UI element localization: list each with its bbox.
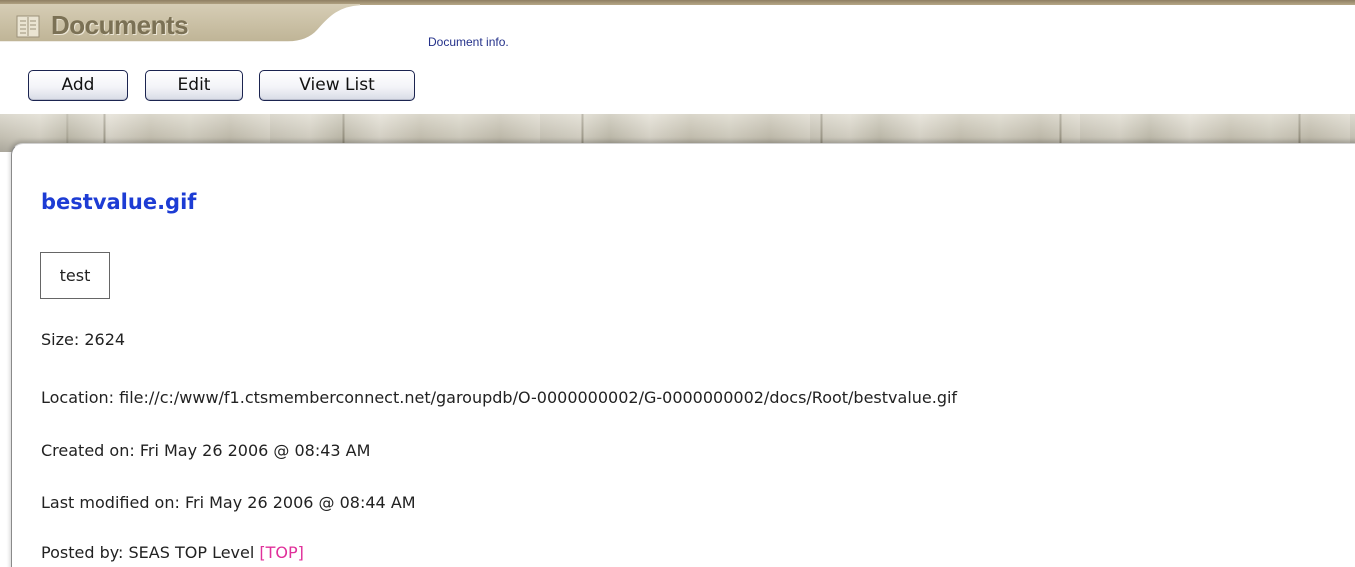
document-info-page: Documents Document info. Add Edit View L… [0,0,1355,567]
created-label: Created on: [41,441,135,460]
posted-by-value: SEAS TOP Level [128,543,255,562]
edit-button[interactable]: Edit [145,70,243,101]
created-value: Fri May 26 2006 @ 08:43 AM [139,441,371,460]
section-title: Documents [51,10,189,40]
modified-label: Last modified on: [41,493,180,512]
section-title-tab: Documents [0,4,360,44]
modified-row: Last modified on: Fri May 26 2006 @ 08:4… [41,493,416,512]
created-row: Created on: Fri May 26 2006 @ 08:43 AM [41,441,370,460]
posted-by-row: Posted by: SEAS TOP Level [TOP] [41,543,304,562]
posted-label: Posted by: [41,543,124,562]
location-row: Location: file://c:/www/f1.ctsmemberconn… [41,388,957,407]
location-label: Location: [41,388,115,407]
document-list-icon [14,14,42,40]
size-row: Size: 2624 [41,330,125,349]
modified-value: Fri May 26 2006 @ 08:44 AM [184,493,416,512]
size-value: 2624 [84,330,126,349]
document-title[interactable]: bestvalue.gif [41,190,196,214]
document-info-link[interactable]: Document info. [428,35,509,49]
header-bar: Documents Document info. [0,0,1355,66]
document-description-box: test [40,252,110,299]
location-value: file://c:/www/f1.ctsmemberconnect.net/ga… [119,388,958,407]
group-link[interactable]: [TOP] [259,543,304,562]
size-label: Size: [41,330,80,349]
add-button[interactable]: Add [28,70,128,101]
view-list-button[interactable]: View List [259,70,415,101]
